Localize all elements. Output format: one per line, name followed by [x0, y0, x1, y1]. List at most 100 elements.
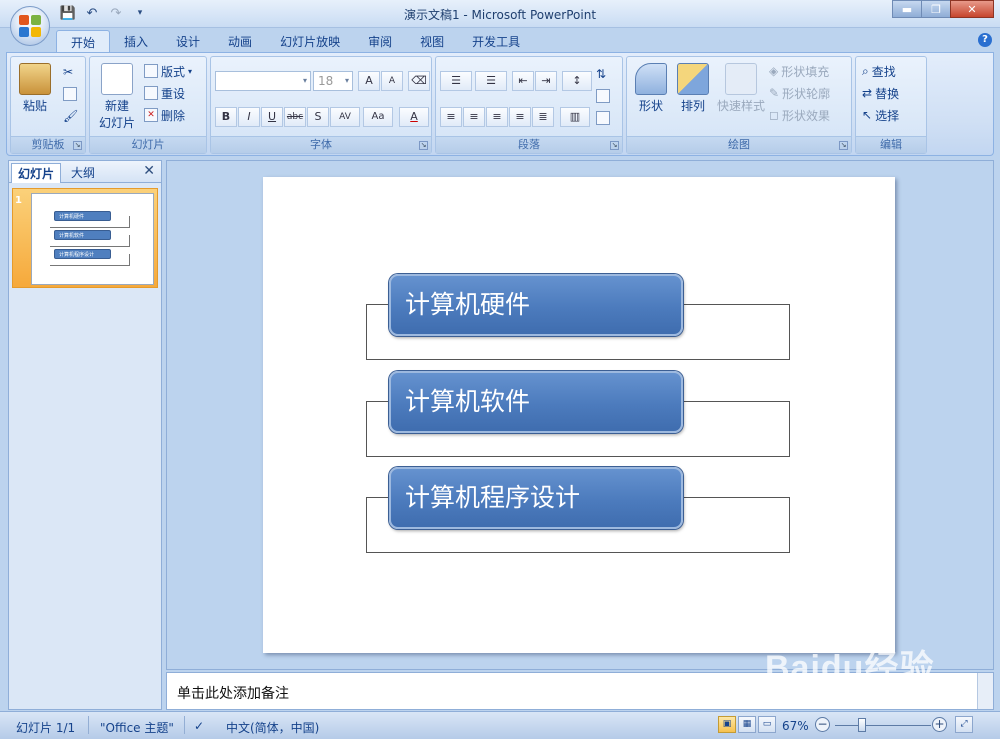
align-right-button[interactable]: ≡ — [486, 107, 508, 127]
slides-pane: 幻灯片 大纲 ✕ 计算机硬件 计算机软件 计算机程序设计 1 — [8, 160, 162, 710]
shrink-font-button[interactable]: A — [381, 71, 403, 91]
indent-icon: ⇥ — [541, 74, 551, 87]
shapes-button[interactable]: 形状 — [631, 63, 671, 114]
tab-slides-pane[interactable]: 幻灯片 — [11, 163, 62, 183]
normal-view-button[interactable]: ▣ — [718, 716, 736, 733]
align-center-button[interactable]: ≡ — [463, 107, 485, 127]
zoom-in-icon[interactable]: + — [932, 717, 947, 732]
notes-scrollbar[interactable] — [977, 673, 993, 709]
drawing-group-label: 绘图 — [627, 136, 851, 153]
office-button[interactable] — [10, 6, 50, 46]
delete-slide-button[interactable]: ✕ 删除 — [144, 106, 185, 124]
justify-button[interactable]: ≡ — [509, 107, 531, 127]
zoom-slider-thumb[interactable] — [858, 718, 866, 732]
new-slide-label-1: 新建 — [104, 99, 129, 113]
grow-font-button[interactable]: A — [358, 71, 380, 91]
tab-home[interactable]: 开始 — [56, 30, 111, 52]
zoom-out-icon[interactable]: − — [815, 717, 830, 732]
title-bar: 💾 ↶ ↷ ▾ 演示文稿1 - Microsoft PowerPoint ▬ ❐… — [0, 0, 1000, 28]
paragraph-launcher-icon[interactable]: ↘ — [610, 141, 619, 150]
underline-button[interactable]: U — [261, 107, 283, 127]
clear-format-button[interactable]: ⌫ — [408, 71, 430, 91]
tab-animations[interactable]: 动画 — [214, 30, 266, 52]
minimize-button[interactable]: ▬ — [892, 0, 922, 18]
tab-outline-pane[interactable]: 大纲 — [65, 163, 101, 183]
smartart-icon — [596, 111, 610, 125]
reset-button[interactable]: 重设 — [144, 84, 185, 102]
char-spacing-button[interactable]: AV — [330, 107, 360, 127]
slide-number: 1 — [15, 195, 22, 206]
bold-button[interactable]: B — [215, 107, 237, 127]
slide-canvas[interactable]: 计算机硬件 计算机软件 计算机程序设计 — [263, 177, 895, 653]
arrange-button[interactable]: 排列 — [673, 63, 713, 114]
shape-item-2[interactable]: 计算机软件 — [389, 371, 683, 433]
close-pane-icon[interactable]: ✕ — [143, 163, 155, 179]
decrease-indent-button[interactable]: ⇤ — [512, 71, 534, 91]
text-direction-button[interactable]: ⇅ — [596, 65, 606, 83]
tab-insert[interactable]: 插入 — [110, 30, 162, 52]
align-right-icon: ≡ — [492, 110, 502, 123]
font-name-combo[interactable]: ▾ — [215, 71, 311, 91]
distribute-button[interactable]: ≣ — [532, 107, 554, 127]
language[interactable]: 中文(简体，中国) — [226, 719, 319, 736]
smartart-button[interactable] — [596, 109, 610, 127]
font-color-button[interactable]: A — [399, 107, 429, 127]
fit-window-button[interactable]: ⤢ — [955, 716, 973, 733]
increase-indent-button[interactable]: ⇥ — [535, 71, 557, 91]
fit-window-icon: ⤢ — [960, 719, 968, 729]
ribbon-tabs: 开始 插入 设计 动画 幻灯片放映 审阅 视图 开发工具 — [56, 30, 534, 52]
change-case-button[interactable]: Aa — [363, 107, 393, 127]
format-painter-button[interactable]: 🖌 — [63, 107, 78, 125]
drawing-launcher-icon[interactable]: ↘ — [839, 141, 848, 150]
close-button[interactable]: ✕ — [950, 0, 994, 18]
tab-design[interactable]: 设计 — [162, 30, 214, 52]
effects-icon: ◻ — [769, 108, 779, 122]
spellcheck-icon[interactable]: ✓ — [194, 719, 204, 733]
align-text-button[interactable] — [596, 87, 610, 105]
shape-fill-button[interactable]: ◈ 形状填充 — [769, 62, 829, 80]
find-button[interactable]: ⌕ 查找 — [862, 62, 896, 80]
shape-effects-label: 形状效果 — [781, 108, 830, 123]
zoom-level[interactable]: 67% — [782, 719, 809, 733]
cut-button[interactable]: ✂ — [63, 63, 73, 81]
maximize-button[interactable]: ❐ — [921, 0, 951, 18]
strikethrough-button[interactable]: abc — [284, 107, 306, 127]
quick-styles-button[interactable]: 快速样式 — [715, 63, 767, 114]
font-size-combo[interactable]: 18 ▾ — [313, 71, 353, 91]
shape-outline-button[interactable]: ✎ 形状轮廓 — [769, 84, 830, 102]
align-left-button[interactable]: ≡ — [440, 107, 462, 127]
shape-item-1[interactable]: 计算机硬件 — [389, 274, 683, 336]
zoom-slider[interactable] — [835, 725, 931, 726]
line-spacing-button[interactable]: ↕ — [562, 71, 592, 91]
theme-name[interactable]: "Office 主题" — [100, 719, 174, 736]
copy-button[interactable] — [63, 85, 77, 103]
tab-developer[interactable]: 开发工具 — [458, 30, 534, 52]
numbering-icon: ☰ — [486, 74, 496, 87]
help-icon[interactable]: ? — [978, 33, 992, 47]
font-launcher-icon[interactable]: ↘ — [419, 141, 428, 150]
numbering-button[interactable]: ☰ — [475, 71, 507, 91]
columns-button[interactable]: ▥ — [560, 107, 590, 127]
select-button[interactable]: ↖ 选择 — [862, 106, 899, 124]
tab-review[interactable]: 审阅 — [354, 30, 406, 52]
replace-button[interactable]: ⇄ 替换 — [862, 84, 899, 102]
layout-button[interactable]: 版式 ▾ — [144, 62, 192, 80]
slide-thumbnail-selected[interactable]: 计算机硬件 计算机软件 计算机程序设计 — [12, 188, 158, 288]
shadow-button[interactable]: S — [307, 107, 329, 127]
new-slide-button[interactable]: 新建 幻灯片 — [94, 63, 140, 131]
thumb-item-2: 计算机软件 — [54, 230, 111, 240]
bullets-button[interactable]: ☰ — [440, 71, 472, 91]
tab-slideshow[interactable]: 幻灯片放映 — [266, 30, 354, 52]
tab-view[interactable]: 视图 — [406, 30, 458, 52]
arrange-label: 排列 — [680, 99, 705, 113]
font-group: ▾ 18 ▾ A A ⌫ B I U abc S AV Aa A 字体 ↘ — [210, 56, 432, 154]
paste-button[interactable]: 粘贴 — [17, 63, 53, 114]
clipboard-launcher-icon[interactable]: ↘ — [73, 141, 82, 150]
shape-item-3[interactable]: 计算机程序设计 — [389, 467, 683, 529]
italic-button[interactable]: I — [238, 107, 260, 127]
clear-format-icon: ⌫ — [411, 74, 427, 87]
slide-sorter-button[interactable]: ▦ — [738, 716, 756, 733]
shape-effects-button[interactable]: ◻ 形状效果 — [769, 106, 830, 124]
slideshow-button[interactable]: ▭ — [758, 716, 776, 733]
align-left-icon: ≡ — [446, 110, 456, 123]
